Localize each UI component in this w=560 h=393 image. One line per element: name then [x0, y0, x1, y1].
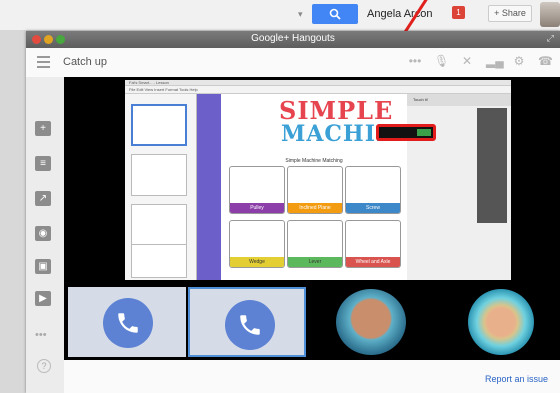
signal-icon[interactable]: ▂▄ — [486, 53, 504, 69]
window-titlebar: Google+ Hangouts ⤢ — [26, 31, 560, 48]
callout-button — [417, 129, 431, 136]
machine-card-screw: Screw — [345, 166, 401, 214]
screenshare-icon[interactable]: ↗ — [35, 191, 51, 206]
machine-card-wedge: Wedge — [229, 220, 285, 268]
slide-thumbnails — [125, 94, 197, 280]
phone-avatar-icon — [103, 298, 153, 348]
machine-card-pulley: Pulley — [229, 166, 285, 214]
report-issue-link[interactable]: Report an issue — [485, 374, 548, 384]
slide-thumbnail — [131, 244, 187, 278]
machine-card-lever: Lever — [287, 220, 343, 268]
help-icon[interactable]: ? — [37, 359, 51, 373]
slide-thumbnail — [131, 154, 187, 196]
slide-thumbnail — [131, 204, 187, 246]
leave-call-icon[interactable]: ☎ — [538, 53, 553, 69]
main-video-stage: Fal's Smart... - Lesson File Edit View I… — [64, 77, 560, 283]
call-title: Catch up — [63, 56, 108, 68]
avatar[interactable] — [540, 2, 560, 27]
call-toolbar: Catch up ••• 🎙 ✕ ▂▄ ⚙ ☎ — [26, 48, 560, 77]
phone-avatar-icon — [225, 300, 275, 350]
machine-card-wheel-and-axle: Wheel and Axle — [345, 220, 401, 268]
apps-sidebar: + ≡ ↗ ◉ ▣ ▶ ••• ? — [26, 77, 64, 393]
participant-video-woman — [468, 289, 534, 355]
share-button[interactable]: + Share — [488, 5, 532, 22]
tool-palette — [477, 108, 507, 223]
camera-off-icon[interactable]: ✕ — [460, 53, 474, 69]
shared-app-menubar: File Edit View Insert Format Tools Help — [125, 86, 511, 94]
call-controls: ••• 🎙 ✕ ▂▄ ⚙ ☎ — [408, 53, 553, 69]
slide-thumbnail — [131, 104, 187, 146]
camera-icon[interactable]: ◉ — [35, 226, 51, 241]
google-bar: ▾ Angela Arcon 1 + Share — [0, 0, 560, 30]
lesson-slide: SIMPLE MACHINES Simple Machine Matching … — [221, 94, 431, 280]
screen: ▾ Angela Arcon 1 + Share Google+ Hangout… — [0, 0, 560, 393]
capture-icon[interactable]: ▣ — [35, 259, 51, 274]
slide-margin — [197, 94, 221, 280]
right-pane-header: Touch it! — [407, 94, 511, 106]
participant-tile-selected[interactable] — [188, 287, 306, 357]
chevron-down-icon[interactable]: ▾ — [298, 9, 303, 20]
search-icon — [329, 8, 341, 20]
participant-tile[interactable] — [314, 287, 432, 357]
mic-icon[interactable]: 🎙 — [434, 53, 449, 69]
participant-tile[interactable] — [68, 287, 186, 357]
chat-icon[interactable]: ≡ — [35, 156, 51, 171]
menu-icon[interactable] — [37, 56, 50, 68]
participant-video-man — [336, 289, 406, 355]
participant-tile[interactable] — [438, 287, 556, 357]
expand-icon[interactable]: ⤢ — [547, 33, 554, 44]
hangouts-window: Google+ Hangouts ⤢ Catch up ••• 🎙 ✕ ▂▄ ⚙… — [26, 31, 560, 393]
participant-strip — [64, 283, 560, 360]
dots-icon: ••• — [408, 54, 422, 68]
highlight-callout — [376, 124, 436, 141]
shared-right-pane: Touch it! — [407, 94, 511, 280]
user-name[interactable]: Angela Arcon — [367, 8, 432, 20]
notification-badge[interactable]: 1 — [452, 6, 465, 19]
settings-icon[interactable]: ⚙ — [512, 53, 526, 69]
lesson-subtitle: Simple Machine Matching — [285, 158, 343, 164]
window-title: Google+ Hangouts — [251, 33, 335, 44]
more-apps-icon[interactable]: ••• — [35, 329, 47, 341]
shared-screen: Fal's Smart... - Lesson File Edit View I… — [125, 80, 511, 280]
machine-card-inclined-plane: Inclined Plane — [287, 166, 343, 214]
youtube-icon[interactable]: ▶ — [35, 291, 51, 306]
invite-people-icon[interactable]: + — [35, 121, 51, 136]
search-button[interactable] — [312, 4, 358, 24]
